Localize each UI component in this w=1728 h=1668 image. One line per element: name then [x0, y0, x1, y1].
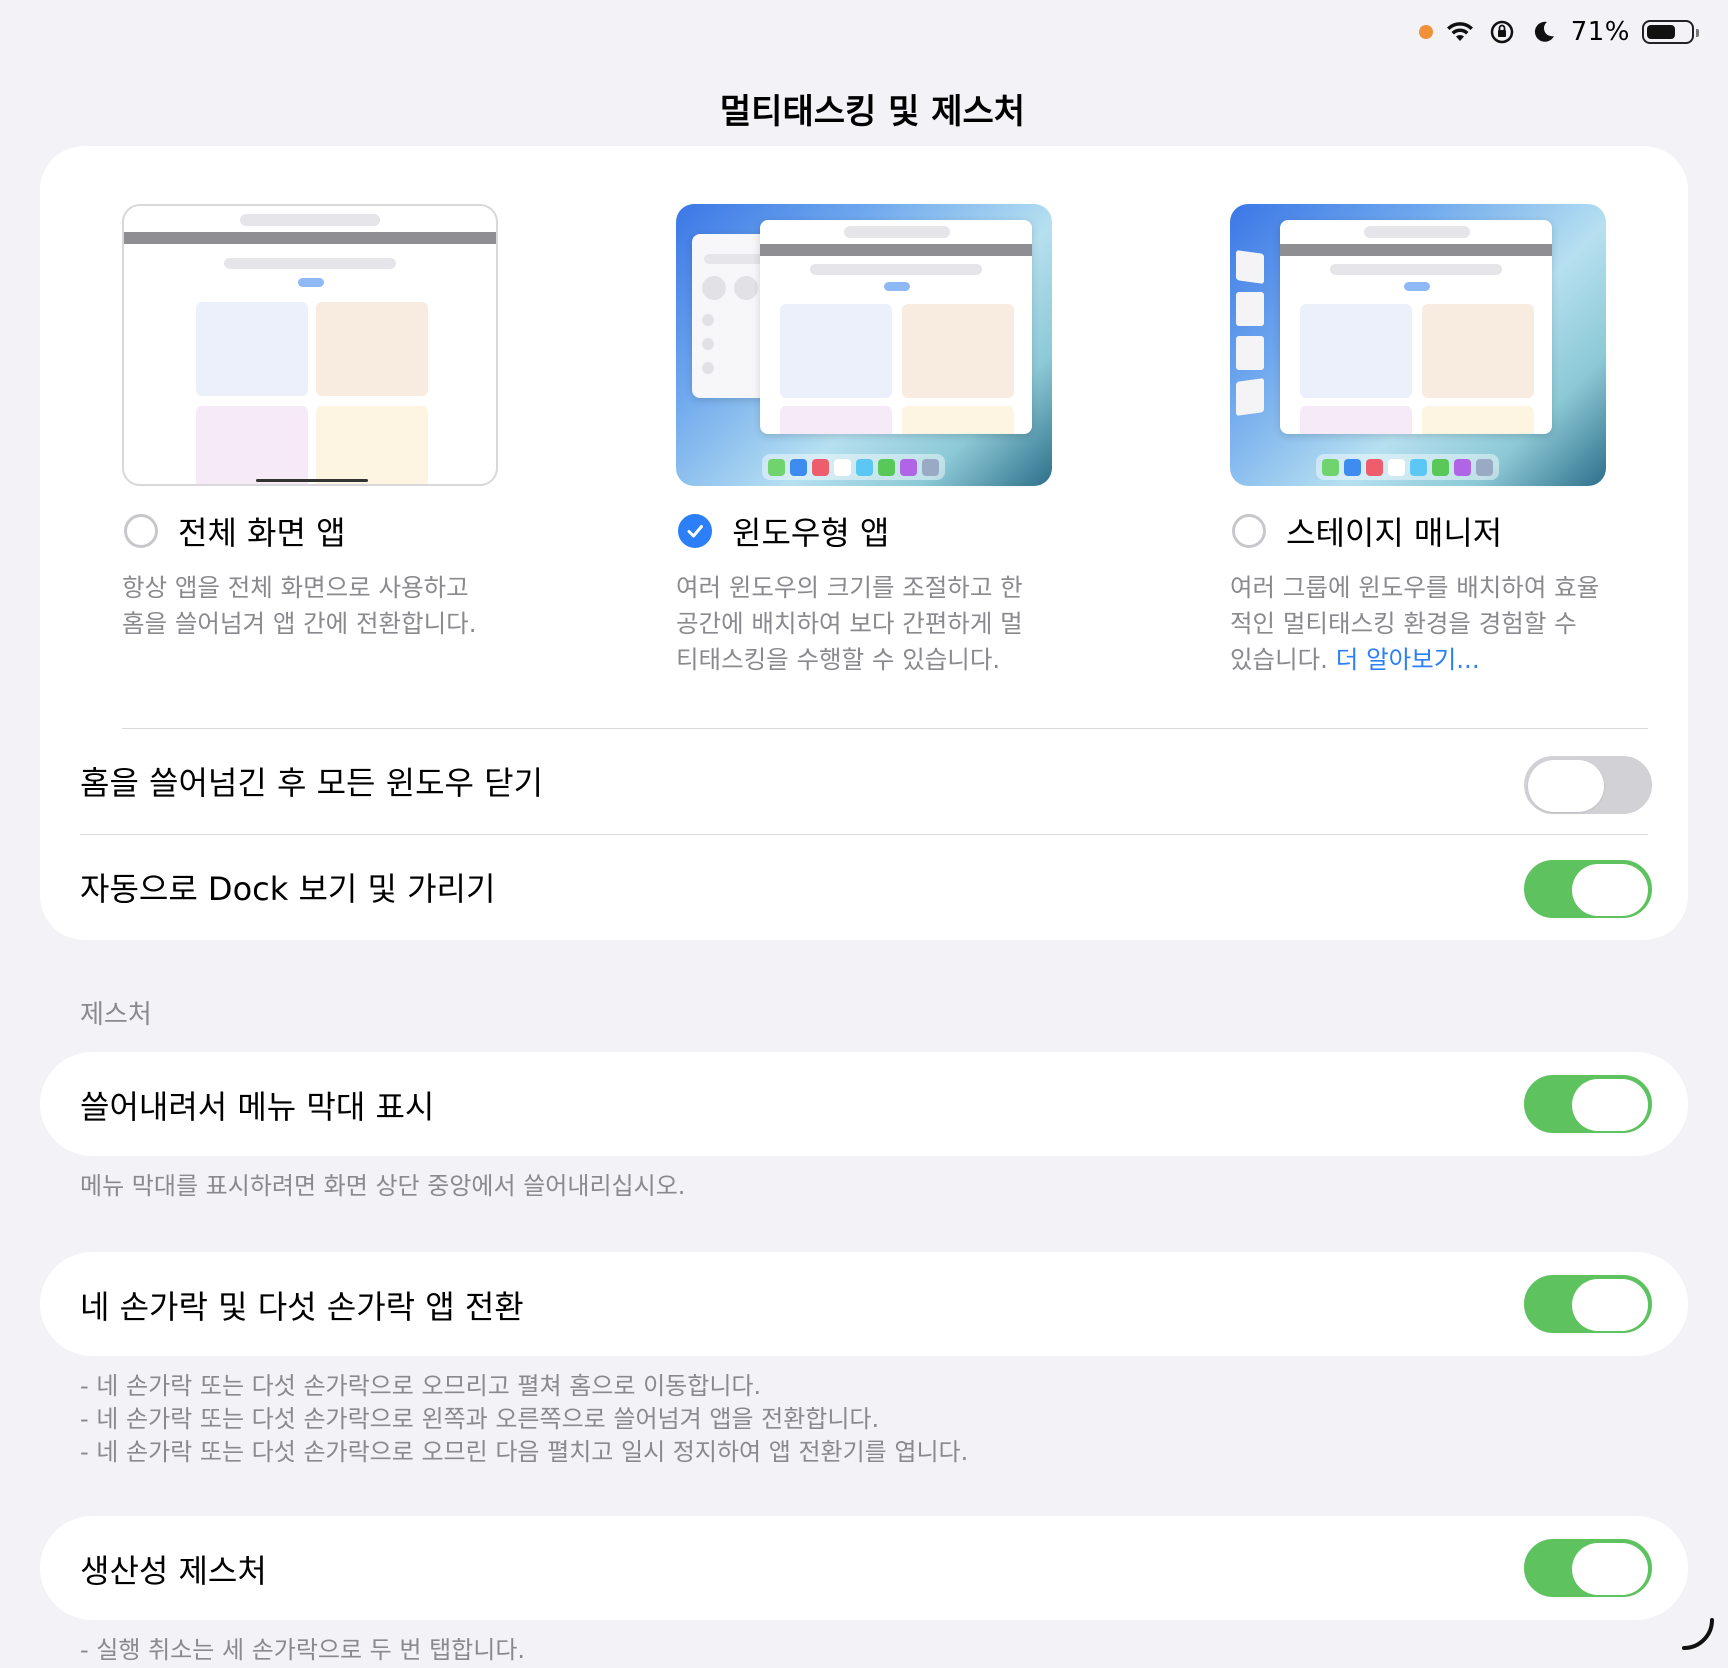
radio-stage-manager[interactable]: [1232, 514, 1266, 548]
multi-finger-row: 네 손가락 및 다섯 손가락 앱 전환: [40, 1252, 1688, 1356]
footnote-line: - 네 손가락 또는 다섯 손가락으로 왼쪽과 오른쪽으로 쓸어넘겨 앱을 전환…: [80, 1405, 880, 1433]
footnote-line: - 네 손가락 또는 다섯 손가락으로 오므리고 펼쳐 홈으로 이동합니다.: [80, 1372, 762, 1400]
mode-label: 윈도우형 앱: [732, 514, 890, 552]
productivity-footnote: - 실행 취소는 세 손가락으로 두 번 탭합니다.: [80, 1636, 526, 1664]
mode-option-stage-manager[interactable]: 스테이지 매니저 여러 그룹에 윈도우를 배치하여 효율적인 멀티태스킹 환경을…: [1230, 204, 1610, 678]
close-windows-label: 홈을 쓸어넘긴 후 모든 윈도우 닫기: [80, 764, 544, 802]
dock-preview: [762, 454, 945, 480]
dock-preview: [1316, 454, 1499, 480]
resize-corner-icon[interactable]: [1678, 1614, 1718, 1658]
menu-bar-row: 쓸어내려서 메뉴 막대 표시: [40, 1052, 1688, 1156]
dock-app-icon: [922, 458, 939, 476]
divider: [80, 834, 1648, 835]
multitasking-card: 전체 화면 앱 항상 앱을 전체 화면으로 사용하고 홈을 쓸어넘겨 앱 간에 …: [40, 146, 1688, 940]
multi-finger-toggle[interactable]: [1524, 1275, 1652, 1333]
mode-label: 전체 화면 앱: [178, 514, 346, 552]
dock-app-icon: [1432, 458, 1449, 476]
dock-app-icon: [790, 458, 807, 476]
wifi-icon: [1445, 17, 1475, 47]
page-title: 멀티태스킹 및 제스처: [719, 92, 1026, 132]
dock-app-icon: [856, 458, 873, 476]
auto-dock-toggle[interactable]: [1524, 860, 1652, 918]
dock-app-icon: [1454, 458, 1471, 476]
productivity-toggle[interactable]: [1524, 1539, 1652, 1597]
mode-option-full-screen[interactable]: 전체 화면 앱 항상 앱을 전체 화면으로 사용하고 홈을 쓸어넘겨 앱 간에 …: [122, 204, 502, 642]
orientation-lock-icon: [1487, 17, 1517, 47]
productivity-label: 생산성 제스처: [80, 1552, 267, 1590]
dock-app-icon: [812, 458, 829, 476]
checkmark-icon: [687, 525, 703, 538]
battery-percent: 71%: [1570, 17, 1630, 47]
multi-finger-label: 네 손가락 및 다섯 손가락 앱 전환: [80, 1288, 524, 1326]
mode-option-windowed[interactable]: 윈도우형 앱 여러 윈도우의 크기를 조절하고 한 공간에 배치하여 보다 간편…: [676, 204, 1056, 678]
moon-icon: [1529, 17, 1559, 47]
section-header-gestures: 제스처: [80, 1000, 152, 1030]
multi-finger-footnotes: - 네 손가락 또는 다섯 손가락으로 오므리고 펼쳐 홈으로 이동합니다. -…: [80, 1370, 968, 1469]
menu-bar-label: 쓸어내려서 메뉴 막대 표시: [80, 1088, 435, 1126]
menu-bar-footnote: 메뉴 막대를 표시하려면 화면 상단 중앙에서 쓸어내리십시오.: [80, 1172, 686, 1200]
dock-app-icon: [1344, 458, 1361, 476]
dock-app-icon: [1410, 458, 1427, 476]
camera-indicator-dot: [1418, 25, 1433, 39]
footnote-line: - 네 손가락 또는 다섯 손가락으로 오므린 다음 펼치고 일시 정지하여 앱…: [80, 1438, 969, 1466]
learn-more-link[interactable]: 더 알아보기...: [1336, 645, 1480, 674]
mode-description: 항상 앱을 전체 화면으로 사용하고 홈을 쓸어넘겨 앱 간에 전환합니다.: [122, 573, 477, 638]
productivity-row: 생산성 제스처: [40, 1516, 1688, 1620]
dock-app-icon: [1366, 458, 1383, 476]
status-bar: 71%: [1418, 14, 1699, 50]
close-windows-toggle[interactable]: [1524, 756, 1652, 814]
radio-windowed-selected[interactable]: [678, 514, 712, 548]
battery-level-fill: [1647, 25, 1675, 39]
menu-bar-toggle[interactable]: [1524, 1075, 1652, 1133]
dock-app-icon: [878, 458, 895, 476]
mode-description: 여러 그룹에 윈도우를 배치하여 효율적인 멀티태스킹 환경을 경험할 수 있습…: [1230, 570, 1600, 678]
dock-app-icon: [1476, 458, 1493, 476]
dock-app-icon: [1322, 458, 1339, 476]
windowed-apps-preview: [676, 204, 1052, 486]
full-screen-preview: [122, 204, 498, 486]
stage-manager-preview: [1230, 204, 1606, 486]
battery-icon: [1642, 20, 1699, 44]
dock-app-icon: [768, 458, 785, 476]
mode-description: 여러 윈도우의 크기를 조절하고 한 공간에 배치하여 보다 간편하게 멀티태스…: [676, 573, 1023, 674]
dock-app-icon: [900, 458, 917, 476]
dock-app-icon: [1388, 458, 1405, 476]
divider: [122, 728, 1648, 729]
auto-dock-label: 자동으로 Dock 보기 및 가리기: [80, 870, 496, 908]
dock-app-icon: [834, 458, 851, 476]
mode-label: 스테이지 매니저: [1286, 514, 1503, 552]
radio-full-screen[interactable]: [124, 514, 158, 548]
